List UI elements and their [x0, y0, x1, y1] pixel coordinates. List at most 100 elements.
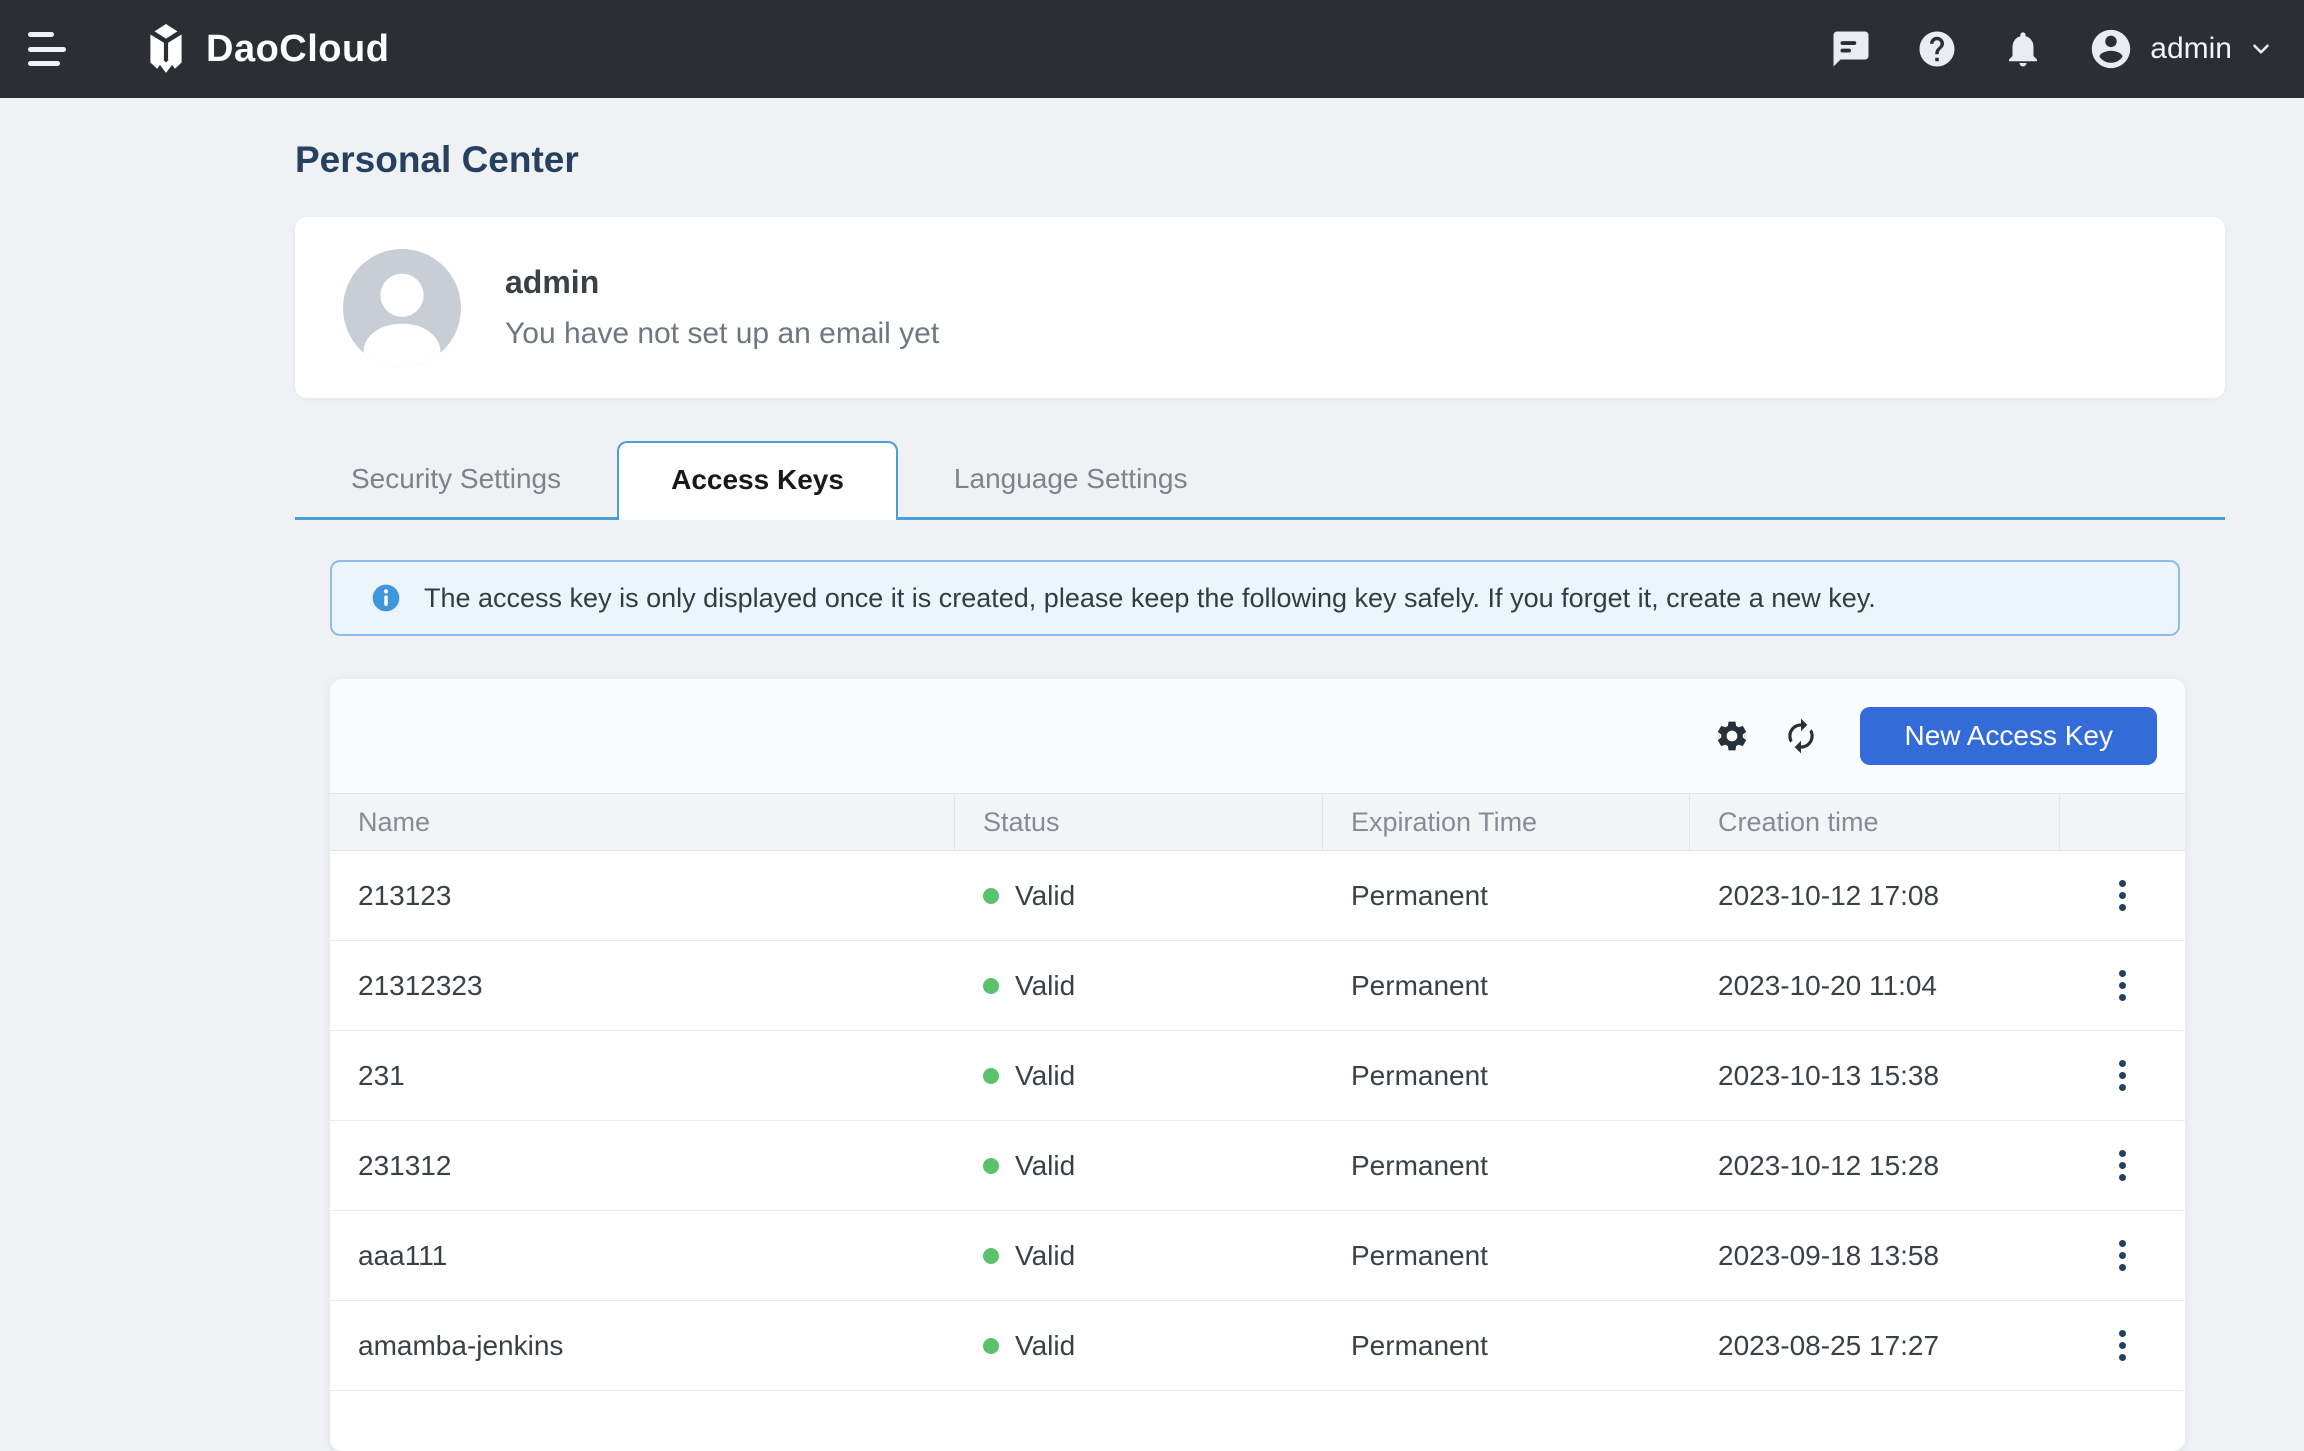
- cell-name: 231: [330, 1060, 955, 1092]
- hamburger-menu-icon[interactable]: [28, 32, 68, 66]
- tab-language-settings[interactable]: Language Settings: [898, 441, 1244, 517]
- messages-icon[interactable]: [1830, 28, 1872, 70]
- table-body: 213123 Valid Permanent 2023-10-12 17:08 …: [330, 851, 2185, 1391]
- daocloud-brand[interactable]: DaoCloud: [140, 23, 389, 75]
- cell-name: aaa111: [330, 1240, 955, 1272]
- access-key-name: 231312: [358, 1150, 451, 1182]
- expiration-value: Permanent: [1351, 880, 1488, 912]
- created-value: 2023-10-20 11:04: [1718, 970, 1937, 1002]
- status-dot-icon: [983, 978, 999, 994]
- cell-created: 2023-10-13 15:38: [1690, 1060, 2060, 1092]
- cell-status: Valid: [955, 1150, 1323, 1182]
- table-toolbar: New Access Key: [330, 679, 2185, 793]
- cell-name: 21312323: [330, 970, 955, 1002]
- cell-expiration: Permanent: [1323, 880, 1690, 912]
- cell-status: Valid: [955, 1240, 1323, 1272]
- cell-expiration: Permanent: [1323, 1240, 1690, 1272]
- status-label: Valid: [1015, 970, 1075, 1002]
- access-key-name: 21312323: [358, 970, 483, 1002]
- user-menu[interactable]: admin: [2088, 26, 2274, 72]
- table-partial-row: [330, 1391, 2185, 1451]
- column-header-expiration: Expiration Time: [1323, 794, 1690, 850]
- cell-created: 2023-10-20 11:04: [1690, 970, 2060, 1002]
- tab-access-keys[interactable]: Access Keys: [617, 441, 898, 520]
- status-label: Valid: [1015, 1060, 1075, 1092]
- table-row: 213123 Valid Permanent 2023-10-12 17:08: [330, 851, 2185, 941]
- cell-name: amamba-jenkins: [330, 1330, 955, 1362]
- settings-gear-icon[interactable]: [1714, 718, 1750, 754]
- profile-name: admin: [505, 264, 939, 301]
- new-access-key-button[interactable]: New Access Key: [1860, 707, 2157, 765]
- table-row: aaa111 Valid Permanent 2023-09-18 13:58: [330, 1211, 2185, 1301]
- status-dot-icon: [983, 1068, 999, 1084]
- cell-name: 213123: [330, 880, 955, 912]
- created-value: 2023-09-18 13:58: [1718, 1240, 1939, 1272]
- status-dot-icon: [983, 888, 999, 904]
- column-header-status: Status: [955, 794, 1323, 850]
- cell-created: 2023-10-12 17:08: [1690, 880, 2060, 912]
- cell-expiration: Permanent: [1323, 970, 1690, 1002]
- status-dot-icon: [983, 1158, 999, 1174]
- created-value: 2023-10-12 15:28: [1718, 1150, 1939, 1182]
- cell-created: 2023-10-12 15:28: [1690, 1150, 2060, 1182]
- brand-name: DaoCloud: [206, 28, 389, 71]
- tab-security-settings[interactable]: Security Settings: [295, 441, 617, 517]
- help-icon[interactable]: [1916, 28, 1958, 70]
- status-dot-icon: [983, 1248, 999, 1264]
- expiration-value: Permanent: [1351, 1240, 1488, 1272]
- profile-email-notice: You have not set up an email yet: [505, 317, 939, 351]
- access-key-name: aaa111: [358, 1240, 447, 1272]
- table-row: 231312 Valid Permanent 2023-10-12 15:28: [330, 1121, 2185, 1211]
- row-actions-kebab-icon[interactable]: [2105, 1232, 2140, 1279]
- info-icon: [370, 582, 402, 614]
- notifications-bell-icon[interactable]: [2002, 28, 2044, 70]
- expiration-value: Permanent: [1351, 1150, 1488, 1182]
- created-value: 2023-10-13 15:38: [1718, 1060, 1939, 1092]
- expiration-value: Permanent: [1351, 1060, 1488, 1092]
- status-label: Valid: [1015, 1240, 1075, 1272]
- status-label: Valid: [1015, 1150, 1075, 1182]
- cell-expiration: Permanent: [1323, 1060, 1690, 1092]
- user-avatar-icon: [2088, 26, 2134, 72]
- cell-created: 2023-09-18 13:58: [1690, 1240, 2060, 1272]
- row-actions-kebab-icon[interactable]: [2105, 962, 2140, 1009]
- column-header-created: Creation time: [1690, 794, 2060, 850]
- info-banner-text: The access key is only displayed once it…: [424, 583, 1876, 614]
- created-value: 2023-08-25 17:27: [1718, 1330, 1939, 1362]
- cell-name: 231312: [330, 1150, 955, 1182]
- top-navbar: DaoCloud admin: [0, 0, 2304, 98]
- access-key-name: 231: [358, 1060, 405, 1092]
- table-header: Name Status Expiration Time Creation tim…: [330, 793, 2185, 851]
- column-header-actions: [2060, 794, 2185, 850]
- row-actions-kebab-icon[interactable]: [2105, 1052, 2140, 1099]
- cell-status: Valid: [955, 1060, 1323, 1092]
- row-actions-kebab-icon[interactable]: [2105, 1142, 2140, 1189]
- status-label: Valid: [1015, 1330, 1075, 1362]
- expiration-value: Permanent: [1351, 970, 1488, 1002]
- cell-status: Valid: [955, 970, 1323, 1002]
- tab-bar: Security Settings Access Keys Language S…: [295, 441, 2225, 520]
- info-banner: The access key is only displayed once it…: [330, 560, 2180, 636]
- navbar-actions: admin: [1830, 26, 2274, 72]
- table-row: 21312323 Valid Permanent 2023-10-20 11:0…: [330, 941, 2185, 1031]
- access-key-name: amamba-jenkins: [358, 1330, 563, 1362]
- chevron-down-icon: [2248, 36, 2274, 62]
- profile-avatar: [343, 249, 461, 367]
- page-title: Personal Center: [295, 138, 2304, 182]
- table-row: amamba-jenkins Valid Permanent 2023-08-2…: [330, 1301, 2185, 1391]
- cell-status: Valid: [955, 880, 1323, 912]
- username-label: admin: [2150, 32, 2232, 66]
- column-header-name: Name: [330, 794, 955, 850]
- created-value: 2023-10-12 17:08: [1718, 880, 1939, 912]
- refresh-icon[interactable]: [1782, 717, 1820, 755]
- row-actions-kebab-icon[interactable]: [2105, 872, 2140, 919]
- expiration-value: Permanent: [1351, 1330, 1488, 1362]
- access-keys-table-card: New Access Key Name Status Expiration Ti…: [330, 679, 2185, 1451]
- main-content: Personal Center admin You have not set u…: [0, 138, 2304, 1451]
- row-actions-kebab-icon[interactable]: [2105, 1322, 2140, 1369]
- profile-text: admin You have not set up an email yet: [505, 264, 939, 351]
- cell-expiration: Permanent: [1323, 1150, 1690, 1182]
- status-label: Valid: [1015, 880, 1075, 912]
- status-dot-icon: [983, 1338, 999, 1354]
- profile-card: admin You have not set up an email yet: [295, 217, 2225, 398]
